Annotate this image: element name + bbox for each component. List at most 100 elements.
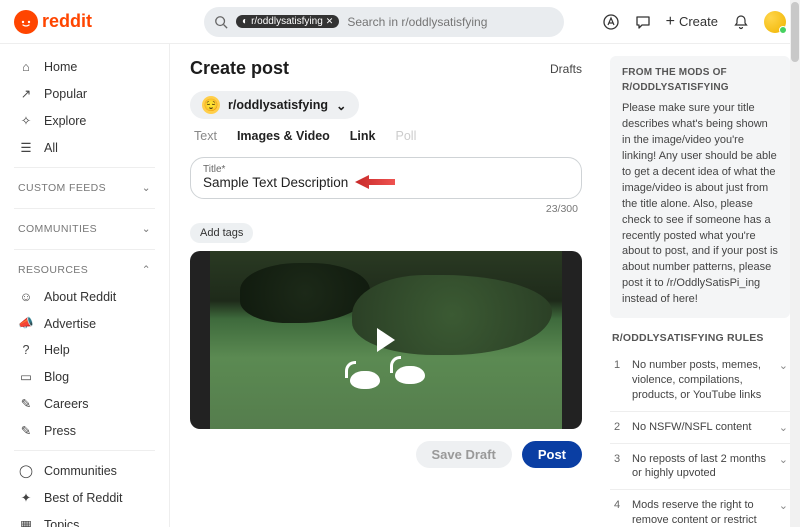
- plus-icon: +: [666, 13, 675, 31]
- all-icon: ☰: [18, 140, 34, 155]
- chevron-down-icon: ⌄: [779, 498, 788, 512]
- add-tags-button[interactable]: Add tags: [190, 223, 253, 243]
- res-blog[interactable]: ▭ Blog: [0, 363, 169, 390]
- drafts-link[interactable]: Drafts: [550, 62, 582, 76]
- rule-number: 3: [612, 452, 622, 465]
- section-label: CUSTOM FEEDS: [18, 182, 106, 194]
- popular-icon: ↗: [18, 86, 34, 101]
- star-icon: ✦: [18, 490, 34, 505]
- user-avatar[interactable]: [764, 11, 786, 33]
- extra-label: Best of Reddit: [44, 491, 123, 505]
- reddit-icon: ☺: [18, 290, 34, 304]
- mod-header: FROM THE MODS OF R/ODDLYSATISFYING: [622, 66, 778, 95]
- create-button[interactable]: + Create: [666, 13, 718, 31]
- search-scope-chip[interactable]: ◐ r/oddlysatisfying ✕: [236, 15, 339, 28]
- chevron-down-icon: ⌄: [336, 98, 346, 113]
- communities-header[interactable]: COMMUNITIES ⌄: [0, 215, 169, 243]
- resources-header[interactable]: RESOURCES ⌃: [0, 256, 169, 284]
- post-button[interactable]: Post: [522, 441, 582, 468]
- mic-icon: ✎: [18, 423, 34, 438]
- community-selector[interactable]: 😌 r/oddlysatisfying ⌄: [190, 91, 359, 119]
- nav-label: All: [44, 141, 58, 155]
- ads-icon[interactable]: [602, 13, 620, 31]
- search-bar[interactable]: ◐ r/oddlysatisfying ✕: [204, 7, 564, 37]
- reddit-mark-icon: [14, 10, 38, 34]
- res-label: Blog: [44, 370, 69, 384]
- chevron-down-icon: ⌄: [779, 358, 788, 372]
- nav-label: Home: [44, 60, 77, 74]
- rule-item[interactable]: 3No reposts of last 2 months or highly u…: [610, 443, 790, 490]
- page-title: Create post: [190, 58, 289, 79]
- res-about[interactable]: ☺About Reddit: [0, 284, 169, 310]
- extra-best[interactable]: ✦ Best of Reddit: [0, 484, 169, 511]
- community-avatar-icon: 😌: [202, 96, 220, 114]
- rule-number: 1: [612, 358, 622, 371]
- nav-popular[interactable]: ↗ Popular: [0, 80, 169, 107]
- search-input[interactable]: [347, 15, 554, 29]
- rule-number: 4: [612, 498, 622, 511]
- rule-item[interactable]: 2No NSFW/NSFL content⌄: [610, 411, 790, 443]
- nav-label: Explore: [44, 114, 86, 128]
- brand-logo[interactable]: reddit: [14, 10, 92, 34]
- chevron-down-icon: ⌄: [142, 223, 151, 235]
- nav-all[interactable]: ☰ All: [0, 134, 169, 161]
- nav-label: Popular: [44, 87, 87, 101]
- mod-body: Please make sure your title describes wh…: [622, 101, 778, 308]
- res-label: Help: [44, 343, 70, 357]
- play-icon[interactable]: [377, 328, 395, 352]
- tab-images-video[interactable]: Images & Video: [237, 129, 330, 147]
- home-icon: ⌂: [18, 60, 34, 74]
- scrollbar-track[interactable]: [790, 0, 800, 527]
- tab-text[interactable]: Text: [194, 129, 217, 147]
- res-advertise[interactable]: 📣 Advertise: [0, 310, 169, 337]
- chevron-down-icon: ⌄: [779, 452, 788, 466]
- res-label: Press: [44, 424, 76, 438]
- notifications-icon[interactable]: [732, 13, 750, 31]
- help-icon: ?: [18, 343, 34, 357]
- chat-icon[interactable]: [634, 13, 652, 31]
- tab-poll: Poll: [396, 129, 417, 147]
- community-name: r/oddlysatisfying: [228, 98, 328, 112]
- rule-item[interactable]: 4 Mods reserve the right to remove conten…: [610, 489, 790, 527]
- chip-close-icon[interactable]: ✕: [326, 16, 334, 27]
- res-help[interactable]: ? Help: [0, 337, 169, 363]
- section-label: RESOURCES: [18, 264, 88, 276]
- chevron-up-icon: ⌃: [142, 264, 151, 276]
- communities-icon: ◯: [18, 463, 34, 478]
- save-draft-button[interactable]: Save Draft: [416, 441, 512, 468]
- chevron-down-icon: ⌄: [142, 182, 151, 194]
- chip-label: r/oddlysatisfying: [251, 16, 323, 27]
- megaphone-icon: 📣: [18, 316, 34, 331]
- main-content: Create post Drafts 😌 r/oddlysatisfying ⌄…: [170, 44, 600, 527]
- left-sidebar: ⌂ Home ↗ Popular ✧Explore ☰ All CUSTOM FEED…: [0, 44, 170, 527]
- nav-home[interactable]: ⌂ Home: [0, 54, 169, 80]
- res-press[interactable]: ✎ Press: [0, 417, 169, 444]
- rule-item[interactable]: 1 No number posts, memes, violence, compi…: [610, 350, 790, 411]
- extra-communities[interactable]: ◯Communities: [0, 457, 169, 484]
- res-careers[interactable]: ✎Careers: [0, 390, 169, 417]
- title-field-container[interactable]: Title*: [190, 157, 582, 199]
- rule-text: No number posts, memes, violence, compil…: [632, 358, 769, 403]
- brand-text: reddit: [42, 11, 92, 32]
- annotation-arrow-icon: [355, 173, 395, 191]
- chip-avatar-icon: ◐: [242, 16, 248, 27]
- extra-topics[interactable]: ▦Topics: [0, 511, 169, 527]
- right-sidebar: FROM THE MODS OF R/ODDLYSATISFYING Pleas…: [600, 44, 800, 527]
- nav-explore[interactable]: ✧Explore: [0, 107, 169, 134]
- search-icon: [214, 15, 228, 29]
- rule-text: Mods reserve the right to remove content…: [632, 498, 769, 527]
- char-count: 23/300: [190, 203, 578, 215]
- chevron-down-icon: ⌄: [779, 420, 788, 434]
- tab-link[interactable]: Link: [350, 129, 376, 147]
- section-label: COMMUNITIES: [18, 223, 97, 235]
- custom-feeds-header[interactable]: CUSTOM FEEDS ⌄: [0, 174, 169, 202]
- scrollbar-thumb[interactable]: [791, 2, 799, 62]
- video-preview[interactable]: [190, 251, 582, 429]
- create-label: Create: [679, 14, 718, 29]
- extra-label: Topics: [44, 518, 79, 527]
- rule-number: 2: [612, 420, 622, 433]
- mod-message-box: FROM THE MODS OF R/ODDLYSATISFYING Pleas…: [610, 56, 790, 318]
- res-label: Advertise: [44, 317, 96, 331]
- res-label: Careers: [44, 397, 88, 411]
- book-icon: ▭: [18, 369, 34, 384]
